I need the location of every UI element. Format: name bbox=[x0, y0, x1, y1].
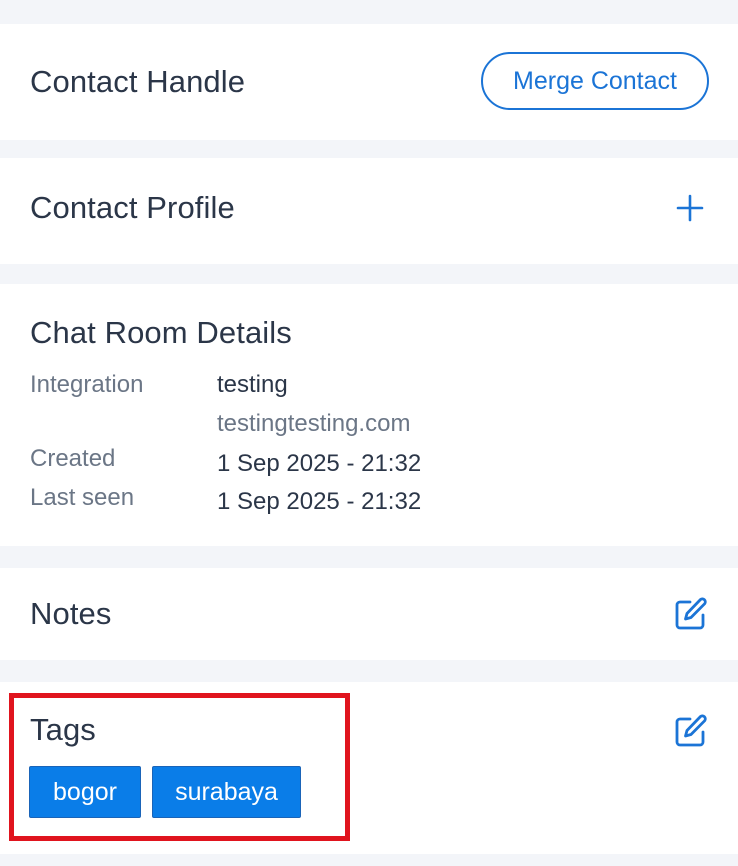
last-seen-label: Last seen bbox=[30, 484, 135, 511]
notes-edit-icon[interactable] bbox=[673, 596, 709, 632]
plus-icon[interactable] bbox=[676, 194, 704, 222]
created-label: Created bbox=[30, 445, 116, 472]
integration-label: Integration bbox=[30, 371, 144, 398]
contact-profile-title: Contact Profile bbox=[30, 190, 235, 225]
tag-chip-bogor[interactable]: bogor bbox=[29, 766, 141, 818]
merge-contact-button[interactable]: Merge Contact bbox=[481, 52, 709, 110]
created-value: 1 Sep 2025 - 21:32 bbox=[217, 450, 422, 477]
integration-domain: testingtesting.com bbox=[217, 410, 411, 437]
tags-title: Tags bbox=[30, 712, 96, 747]
tags-edit-icon[interactable] bbox=[673, 713, 709, 749]
last-seen-value: 1 Sep 2025 - 21:32 bbox=[217, 488, 422, 515]
integration-value: testing bbox=[217, 371, 288, 398]
notes-title: Notes bbox=[30, 596, 112, 631]
tag-chip-surabaya[interactable]: surabaya bbox=[152, 766, 301, 818]
chat-room-details-title: Chat Room Details bbox=[30, 315, 292, 350]
contact-handle-title: Contact Handle bbox=[30, 64, 246, 99]
